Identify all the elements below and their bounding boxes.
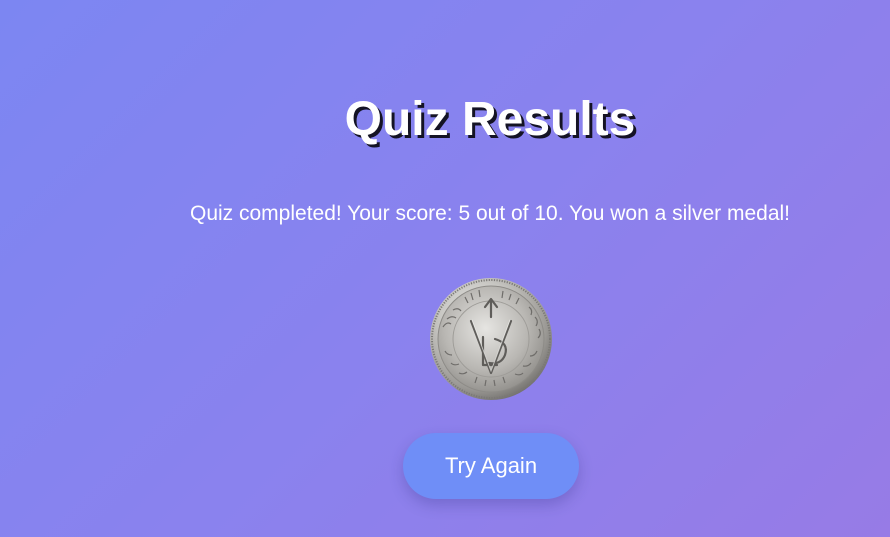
- page-title: Quiz Results: [344, 93, 636, 146]
- result-message: Quiz completed! Your score: 5 out of 10.…: [189, 202, 791, 225]
- silver-medal-icon: [430, 278, 552, 400]
- try-again-button[interactable]: Try Again: [403, 433, 579, 499]
